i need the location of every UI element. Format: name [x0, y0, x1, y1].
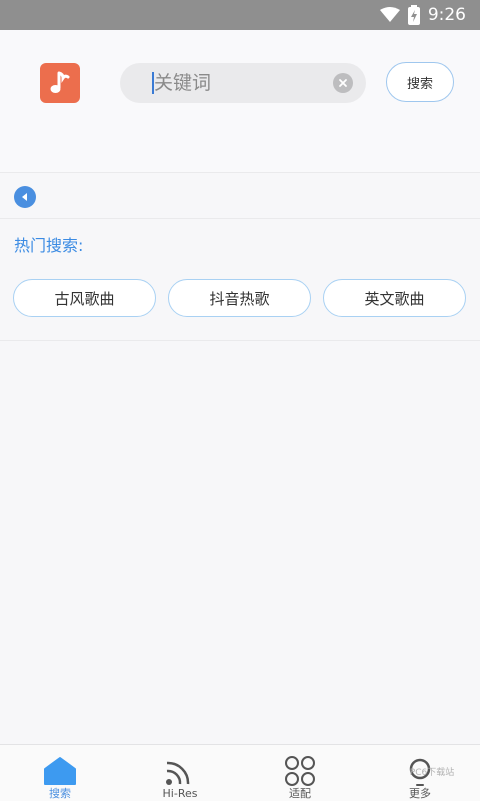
- rss-icon: [163, 755, 197, 789]
- hot-search-tag[interactable]: 古风歌曲: [13, 279, 156, 317]
- nav-label: 更多: [409, 787, 431, 800]
- nav-label: 搜索: [49, 787, 71, 800]
- nav-label: 适配: [289, 787, 311, 800]
- hot-search-tag[interactable]: 英文歌曲: [323, 279, 466, 317]
- nav-item-hires[interactable]: Hi-Res: [120, 745, 240, 801]
- watermark-logo: PC6下载站: [409, 767, 455, 778]
- nav-label: Hi-Res: [162, 787, 198, 800]
- wifi-icon: [379, 7, 400, 23]
- home-icon: [42, 755, 78, 787]
- grid-circles-icon: [283, 755, 317, 787]
- status-time: 9:26: [427, 5, 466, 25]
- nav-item-search[interactable]: 搜索: [0, 745, 120, 801]
- battery-icon: [407, 5, 420, 25]
- status-bar: 9:26: [0, 0, 480, 30]
- search-input[interactable]: [152, 71, 326, 95]
- hot-search-title: 热门搜索:: [14, 236, 84, 255]
- nav-item-adapt[interactable]: 适配: [240, 745, 360, 801]
- search-box[interactable]: [120, 63, 366, 103]
- music-note-icon: [40, 63, 80, 103]
- divider: [0, 340, 480, 341]
- hot-search-tag[interactable]: 抖音热歌: [168, 279, 311, 317]
- divider: [0, 172, 480, 173]
- text-cursor: [152, 72, 154, 94]
- search-button[interactable]: 搜索: [386, 62, 454, 102]
- divider: [0, 218, 480, 219]
- back-icon[interactable]: [14, 186, 36, 208]
- clear-icon[interactable]: [333, 73, 353, 93]
